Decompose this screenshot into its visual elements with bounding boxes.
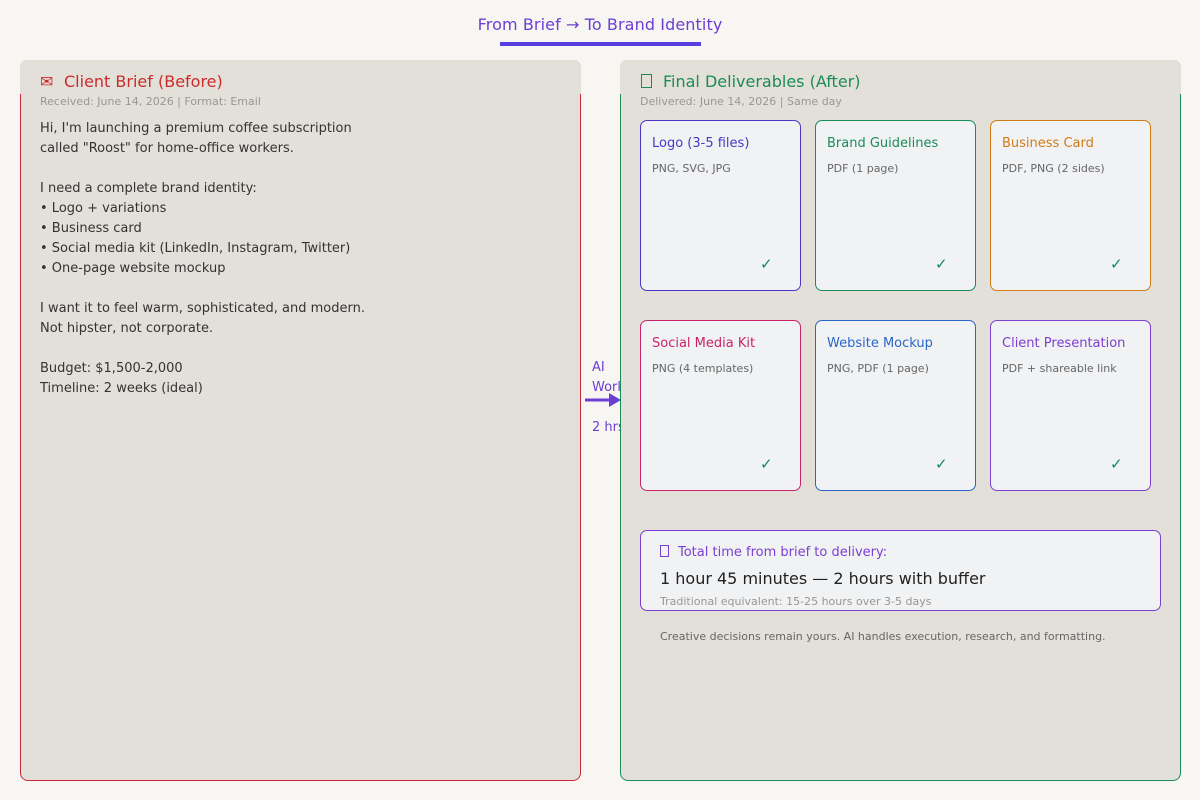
page-title: From Brief → To Brand Identity	[477, 15, 723, 34]
client-brief-heading: ✉ Client Brief (Before)	[40, 72, 223, 91]
summary-note: Traditional equivalent: 15-25 hours over…	[660, 595, 932, 608]
summary-value: 1 hour 45 minutes — 2 hours with buffer	[660, 569, 986, 588]
summary-label-text: Total time from brief to delivery:	[678, 545, 888, 560]
deliverable-format: PNG, PDF (1 page)	[827, 362, 929, 375]
deliverable-format: PDF + shareable link	[1002, 362, 1117, 375]
package-icon	[641, 74, 652, 88]
check-icon: ✓	[1110, 255, 1123, 273]
envelope-icon: ✉	[40, 72, 54, 91]
workflow-label-ai: AI	[592, 360, 605, 375]
workflow-arrow-icon	[585, 393, 621, 407]
deliverable-card-business-card: Business Card PDF, PNG (2 sides) ✓	[990, 120, 1151, 291]
deliverable-title: Business Card	[1002, 136, 1094, 151]
deliverable-title: Logo (3-5 files)	[652, 136, 750, 151]
check-icon: ✓	[760, 255, 773, 273]
deliverable-format: PNG, SVG, JPG	[652, 162, 731, 175]
deliverable-card-website-mockup: Website Mockup PNG, PDF (1 page) ✓	[815, 320, 976, 491]
title-underline	[500, 42, 701, 46]
check-icon: ✓	[935, 255, 948, 273]
final-deliverables-heading-text: Final Deliverables (After)	[663, 72, 861, 91]
final-deliverables-heading: Final Deliverables (After)	[640, 72, 860, 91]
deliverable-card-social-media-kit: Social Media Kit PNG (4 templates) ✓	[640, 320, 801, 491]
client-brief-meta: Received: June 14, 2026 | Format: Email	[40, 95, 261, 108]
check-icon: ✓	[1110, 455, 1123, 473]
deliverable-title: Website Mockup	[827, 336, 933, 351]
deliverable-format: PDF, PNG (2 sides)	[1002, 162, 1105, 175]
client-brief-body: Hi, I'm launching a premium coffee subsc…	[40, 121, 365, 396]
deliverable-card-brand-guidelines: Brand Guidelines PDF (1 page) ✓	[815, 120, 976, 291]
deliverable-format: PNG (4 templates)	[652, 362, 754, 375]
footnote: Creative decisions remain yours. AI hand…	[660, 630, 1106, 643]
check-icon: ✓	[935, 455, 948, 473]
deliverable-card-logo: Logo (3-5 files) PNG, SVG, JPG ✓	[640, 120, 801, 291]
deliverable-title: Client Presentation	[1002, 336, 1126, 351]
summary-label: Total time from brief to delivery:	[660, 545, 887, 560]
deliverable-title: Social Media Kit	[652, 336, 756, 351]
check-icon: ✓	[760, 455, 773, 473]
deliverable-format: PDF (1 page)	[827, 162, 899, 175]
timer-icon	[660, 545, 669, 557]
deliverable-title: Brand Guidelines	[827, 136, 939, 151]
deliverable-card-client-presentation: Client Presentation PDF + shareable link…	[990, 320, 1151, 491]
final-deliverables-meta: Delivered: June 14, 2026 | Same day	[640, 95, 842, 108]
client-brief-heading-text: Client Brief (Before)	[64, 72, 223, 91]
